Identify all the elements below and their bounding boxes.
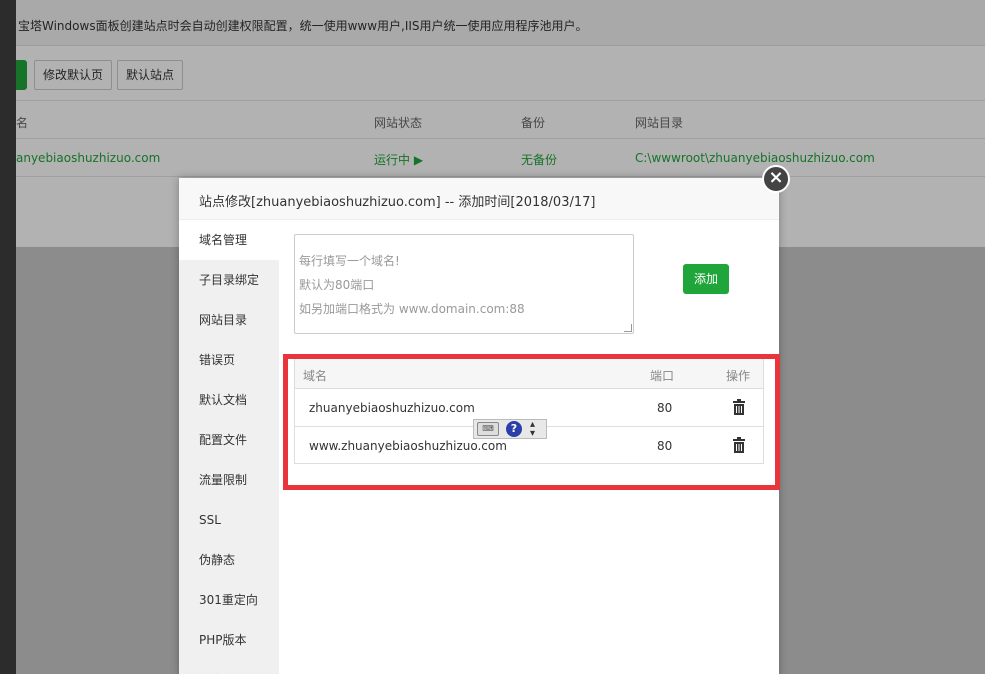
menu-ssl[interactable]: SSL <box>179 500 279 540</box>
menu-301-redirect[interactable]: 301重定向 <box>179 580 279 620</box>
menu-domain-manage[interactable]: 域名管理 <box>179 220 279 260</box>
placeholder-line-1: 每行填写一个域名! <box>299 254 400 268</box>
domain-textarea[interactable]: 每行填写一个域名! 默认为80端口 如另加端口格式为 www.domain.co… <box>294 234 634 334</box>
menu-subdir-bind[interactable]: 子目录绑定 <box>179 260 279 300</box>
modal-title-bar: 站点修改[zhuanyebiaoshuzhizuo.com] -- 添加时间[2… <box>179 178 779 220</box>
resize-grip-icon[interactable] <box>624 324 632 332</box>
menu-traffic-limit[interactable]: 流量限制 <box>179 460 279 500</box>
menu-php-version[interactable]: PHP版本 <box>179 620 279 660</box>
close-icon[interactable]: × <box>762 165 790 193</box>
menu-reverse-proxy[interactable]: 反代理 <box>179 660 279 674</box>
modal-side-menu: 域名管理 子目录绑定 网站目录 错误页 默认文档 配置文件 流量限制 SSL 伪… <box>179 220 279 674</box>
add-domain-button[interactable]: 添加 <box>683 264 729 294</box>
menu-config-file[interactable]: 配置文件 <box>179 420 279 460</box>
placeholder-line-3: 如另加端口格式为 www.domain.com:88 <box>299 302 525 316</box>
menu-rewrite[interactable]: 伪静态 <box>179 540 279 580</box>
left-sidebar-strip <box>0 0 16 674</box>
menu-site-dir[interactable]: 网站目录 <box>179 300 279 340</box>
red-highlight-box <box>283 354 780 490</box>
menu-error-page[interactable]: 错误页 <box>179 340 279 380</box>
placeholder-line-2: 默认为80端口 <box>299 278 375 292</box>
modal-title: 站点修改[zhuanyebiaoshuzhizuo.com] -- 添加时间[2… <box>199 195 596 210</box>
menu-default-doc[interactable]: 默认文档 <box>179 380 279 420</box>
